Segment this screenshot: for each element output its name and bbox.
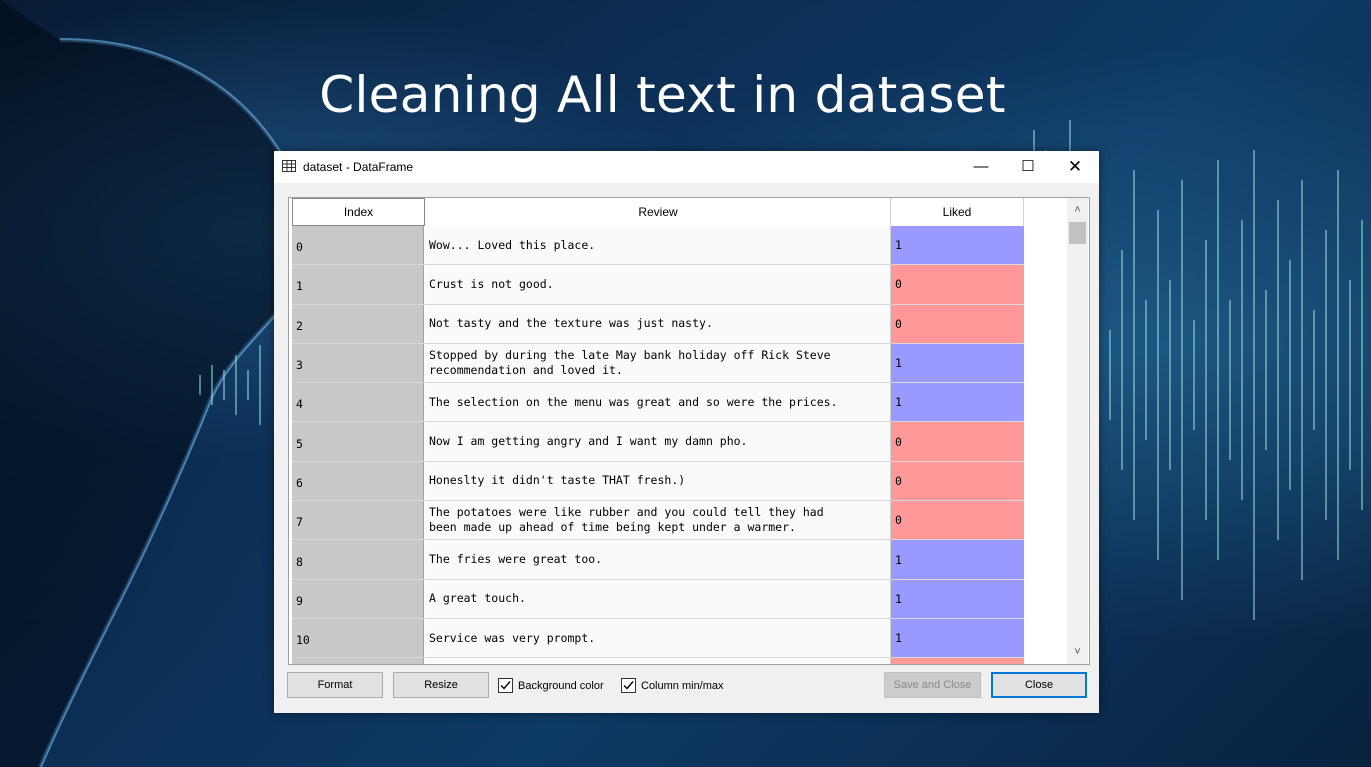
maximize-icon: ☐ (1021, 158, 1035, 175)
liked-cell[interactable]: 1 (891, 540, 1024, 579)
maximize-button[interactable]: ☐ (1005, 151, 1051, 183)
review-cell[interactable]: Wow... Loved this place. (425, 226, 891, 265)
row-index-cell[interactable] (292, 658, 424, 664)
table-row-partial[interactable] (292, 658, 1024, 664)
row-index-cell[interactable]: 1 (292, 265, 424, 304)
review-cell[interactable]: Stopped by during the late May bank holi… (425, 343, 891, 383)
liked-cell[interactable]: 0 (891, 304, 1024, 343)
liked-cell[interactable]: 1 (891, 383, 1024, 422)
column-header-index[interactable]: Index (292, 198, 425, 226)
row-index-cell[interactable]: 7 (292, 501, 424, 540)
scroll-down-icon[interactable]: ˅ (1067, 642, 1088, 662)
review-cell[interactable]: Not tasty and the texture was just nasty… (425, 304, 891, 343)
row-index-cell[interactable]: 9 (292, 579, 424, 618)
liked-cell[interactable]: 0 (891, 422, 1024, 461)
review-cell[interactable] (425, 658, 891, 664)
column-header-review[interactable]: Review (426, 198, 891, 226)
liked-cell[interactable] (891, 658, 1024, 664)
review-cell[interactable]: Service was very prompt. (425, 618, 891, 658)
row-index-cell[interactable]: 4 (292, 383, 424, 422)
format-button[interactable]: Format (287, 672, 383, 698)
row-index-cell[interactable]: 6 (292, 461, 424, 501)
liked-cell[interactable]: 0 (891, 265, 1024, 304)
table-row[interactable]: 8 The fries were great too. 1 (292, 540, 1024, 580)
checkmark-icon (500, 681, 511, 690)
table-body: 0 Wow... Loved this place. 1 1 Crust is not … (292, 226, 1024, 664)
resize-button[interactable]: Resize (393, 672, 489, 698)
close-button[interactable]: Close (991, 672, 1087, 698)
column-minmax-label: Column min/max (641, 679, 724, 692)
review-cell[interactable]: The potatoes were like rubber and you co… (425, 501, 891, 540)
title-bar: dataset - DataFrame — ☐ ✕ (274, 151, 1099, 183)
row-index-cell[interactable]: 2 (292, 304, 424, 343)
liked-cell[interactable]: 1 (891, 226, 1024, 265)
table-row[interactable]: 1 Crust is not good. 0 (292, 265, 1024, 305)
close-icon: ✕ (1067, 157, 1083, 176)
table-row[interactable]: 4 The selection on the menu was great and… (292, 383, 1024, 423)
vertical-scrollbar[interactable]: ˄ ˅ (1067, 198, 1088, 664)
background-color-label: Background color (518, 679, 604, 692)
row-index-cell[interactable]: 3 (292, 343, 424, 383)
row-index-cell[interactable]: 10 (292, 618, 424, 658)
review-cell[interactable]: The fries were great too. (425, 540, 891, 579)
scrollbar-thumb[interactable] (1069, 222, 1086, 244)
table-row[interactable]: 6 Honeslty it didn't taste THAT fresh.) 0 (292, 461, 1024, 502)
table-row[interactable]: 0 Wow... Loved this place. 1 (292, 226, 1024, 266)
row-index-cell[interactable]: 0 (292, 226, 424, 265)
slide-title: Cleaning All text in dataset (319, 66, 1006, 124)
table-row[interactable]: 5 Now I am getting angry and I want my da… (292, 422, 1024, 462)
column-minmax-checkbox[interactable]: Column min/max (621, 677, 724, 694)
checkbox-box[interactable] (498, 678, 513, 693)
row-index-cell[interactable]: 8 (292, 540, 424, 579)
review-cell[interactable]: Honeslty it didn't taste THAT fresh.) (425, 461, 891, 501)
table-row[interactable]: 7 The potatoes were like rubber and you c… (292, 501, 1024, 541)
dataframe-grid[interactable]: Index Review Liked 0 Wow... Loved this pl… (288, 197, 1090, 665)
table-row[interactable]: 3 Stopped by during the late May bank hol… (292, 343, 1024, 384)
liked-cell[interactable]: 1 (891, 579, 1024, 618)
column-header-liked[interactable]: Liked (891, 198, 1024, 226)
minimize-button[interactable]: — (958, 151, 1004, 183)
liked-cell[interactable]: 1 (891, 343, 1024, 383)
checkbox-box[interactable] (621, 678, 636, 693)
close-window-button[interactable]: ✕ (1052, 151, 1098, 183)
save-and-close-button[interactable]: Save and Close (884, 672, 981, 698)
checkmark-icon (623, 681, 634, 690)
background-color-checkbox[interactable]: Background color (498, 677, 604, 694)
scroll-up-icon[interactable]: ˄ (1067, 200, 1088, 220)
minimize-icon: — (973, 158, 989, 175)
row-index-cell[interactable]: 5 (292, 422, 424, 461)
review-cell[interactable]: A great touch. (425, 579, 891, 618)
table-icon (282, 160, 296, 172)
dataframe-window: dataset - DataFrame — ☐ ✕ Index Review L… (274, 151, 1099, 713)
liked-cell[interactable]: 0 (891, 501, 1024, 540)
liked-cell[interactable]: 0 (891, 461, 1024, 501)
table-row[interactable]: 10 Service was very prompt. 1 (292, 618, 1024, 659)
table-row[interactable]: 2 Not tasty and the texture was just nast… (292, 304, 1024, 344)
liked-cell[interactable]: 1 (891, 618, 1024, 658)
window-title: dataset - DataFrame (303, 160, 414, 174)
table-row[interactable]: 9A great touch. 1 (292, 579, 1024, 619)
review-cell[interactable]: The selection on the menu was great and … (425, 383, 891, 422)
review-cell[interactable]: Crust is not good. (425, 265, 891, 304)
review-cell[interactable]: Now I am getting angry and I want my dam… (425, 422, 891, 461)
